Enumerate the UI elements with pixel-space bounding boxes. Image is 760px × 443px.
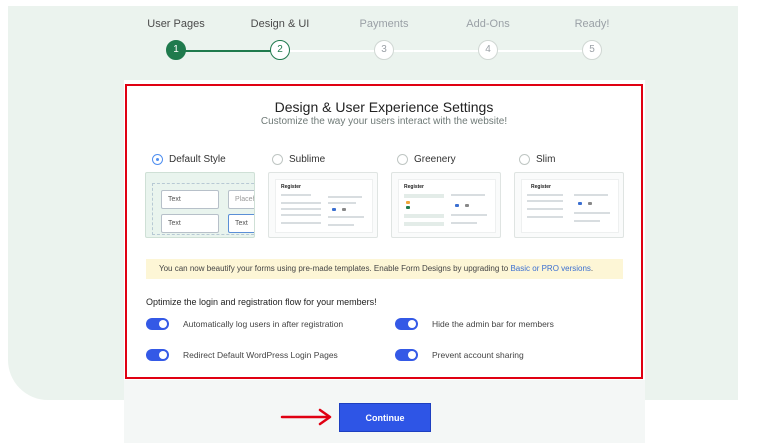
step-label: Add-Ons	[466, 18, 510, 30]
step-number: 5	[582, 40, 602, 60]
step-label: Design & UI	[250, 18, 310, 30]
step-design-ui[interactable]: Design & UI 2	[240, 18, 320, 60]
continue-button[interactable]: Continue	[339, 403, 431, 432]
step-label: User Pages	[147, 18, 205, 30]
step-ready[interactable]: Ready! 5	[552, 18, 632, 60]
setup-stepper: User Pages 1 Design & UI 2 Payments 3 Ad…	[147, 18, 620, 62]
annotation-arrow-icon	[280, 408, 332, 426]
step-user-pages[interactable]: User Pages 1	[136, 18, 216, 60]
highlight-frame	[125, 84, 643, 379]
step-label: Ready!	[574, 18, 610, 30]
step-add-ons[interactable]: Add-Ons 4	[448, 18, 528, 60]
step-payments[interactable]: Payments 3	[344, 18, 424, 60]
page-edge	[738, 0, 760, 443]
step-number: 3	[374, 40, 394, 60]
step-label: Payments	[359, 18, 409, 30]
step-number: 2	[270, 40, 290, 60]
step-number: 4	[478, 40, 498, 60]
step-number: 1	[166, 40, 186, 60]
